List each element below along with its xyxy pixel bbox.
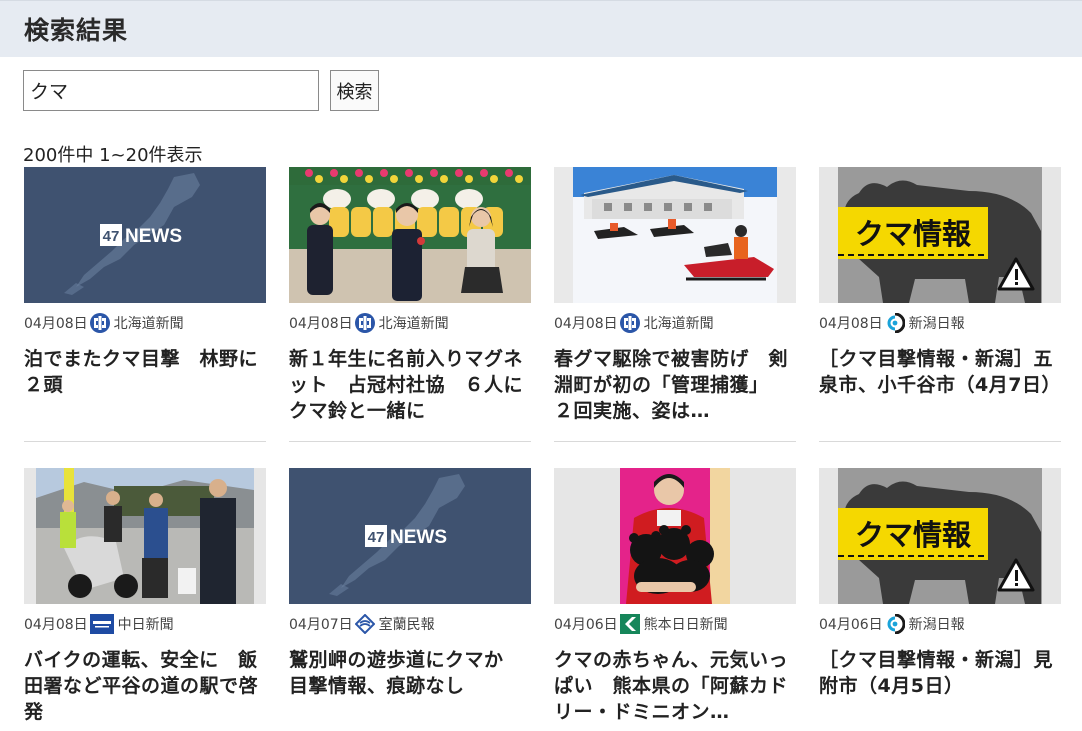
- result-thumbnail[interactable]: クマ情報: [819, 468, 1061, 604]
- school-kids-photo: [289, 167, 531, 303]
- svg-text:47: 47: [368, 529, 385, 546]
- page-header: 検索結果: [0, 0, 1082, 57]
- hokkaido-shimbun-logo-icon: [89, 313, 110, 333]
- bear-info-image: クマ情報: [819, 468, 1061, 604]
- result-date: 04月06日: [819, 617, 883, 633]
- result-meta: 04月08日 新潟日報: [819, 312, 1061, 334]
- card-divider: [289, 441, 531, 442]
- result-card[interactable]: 04月06日 熊本日日新聞クマの赤ちゃん、元気いっぱい 熊本県の「阿蘇カドリー・…: [554, 468, 796, 725]
- card-divider: [24, 441, 266, 442]
- result-thumbnail[interactable]: [289, 167, 531, 303]
- result-source[interactable]: 新潟日報: [909, 313, 965, 333]
- bear-cubs-photo: [554, 468, 796, 604]
- result-source[interactable]: 北海道新聞: [379, 313, 449, 333]
- result-thumbnail[interactable]: [554, 468, 796, 604]
- result-source[interactable]: 中日新聞: [118, 614, 174, 634]
- result-date: 04月08日: [24, 617, 88, 633]
- result-source[interactable]: 北海道新聞: [644, 313, 714, 333]
- result-headline[interactable]: ［クマ目撃情報・新潟］五泉市、小千谷市（4月7日）: [819, 346, 1061, 398]
- result-thumbnail[interactable]: [554, 167, 796, 303]
- svg-text:47: 47: [103, 228, 120, 245]
- result-thumbnail[interactable]: 47 NEWS: [24, 167, 266, 303]
- police-bike-photo: [24, 468, 266, 604]
- bear-info-badge-text: クマ情報: [855, 217, 972, 251]
- result-source[interactable]: 熊本日日新聞: [644, 614, 728, 634]
- result-source[interactable]: 新潟日報: [909, 614, 965, 634]
- bear-info-badge-text: クマ情報: [855, 518, 972, 552]
- snowmobile-photo: [554, 167, 796, 303]
- hokkaido-shimbun-logo-icon: [354, 313, 375, 333]
- result-thumbnail[interactable]: [24, 468, 266, 604]
- result-headline[interactable]: バイクの運転、安全に 飯田署など平谷の道の駅で啓発: [24, 647, 266, 725]
- result-date: 04月08日: [289, 316, 353, 332]
- result-date: 04月06日: [554, 617, 618, 633]
- result-count: 200件中 1~20件表示: [23, 145, 203, 166]
- result-headline[interactable]: 春グマ駆除で被害防げ 剣淵町が初の「管理捕獲」 ２回実施、姿は…: [554, 346, 796, 424]
- result-card[interactable]: 04月08日 北海道新聞春グマ駆除で被害防げ 剣淵町が初の「管理捕獲」 ２回実施…: [554, 167, 796, 424]
- result-thumbnail[interactable]: 47 NEWS: [289, 468, 531, 604]
- chunichi-logo-icon: [89, 614, 114, 634]
- result-headline[interactable]: 泊でまたクマ目撃 林野に２頭: [24, 346, 266, 398]
- result-meta: 04月06日 熊本日日新聞: [554, 613, 796, 635]
- niigata-nippo-logo-icon: [887, 614, 905, 634]
- result-date: 04月08日: [24, 316, 88, 332]
- result-headline[interactable]: ［クマ目撃情報・新潟］見附市（4月5日）: [819, 647, 1061, 699]
- result-source[interactable]: 室蘭民報: [379, 614, 435, 634]
- muroran-minpo-logo-icon: [354, 614, 375, 634]
- result-date: 04月08日: [554, 316, 618, 332]
- result-card[interactable]: 04月08日 北海道新聞新１年生に名前入りマグネット 占冠村社協 ６人にクマ鈴と…: [289, 167, 531, 424]
- 47news-logo-text: NEWS: [125, 226, 182, 247]
- result-meta: 04月06日 新潟日報: [819, 613, 1061, 635]
- card-divider: [819, 441, 1061, 442]
- result-meta: 04月08日 北海道新聞: [24, 312, 266, 334]
- result-meta: 04月08日 中日新聞: [24, 613, 266, 635]
- 47news-thumbnail-image: 47 NEWS: [289, 468, 531, 604]
- result-meta: 04月08日 北海道新聞: [289, 312, 531, 334]
- result-card[interactable]: クマ情報 04月06日 新潟日報 ［クマ目撃情報・新潟］見附市（4月5日）: [819, 468, 1061, 699]
- search-button[interactable]: 検索: [330, 70, 379, 111]
- result-card[interactable]: クマ情報 04月08日 新潟日報 ［クマ目撃情報・新潟］五泉市、小千谷市（4月7日…: [819, 167, 1061, 398]
- result-card[interactable]: 04月08日 中日新聞バイクの運転、安全に 飯田署など平谷の道の駅で啓発: [24, 468, 266, 725]
- result-headline[interactable]: クマの赤ちゃん、元気いっぱい 熊本県の「阿蘇カドリー・ドミニオン…: [554, 647, 796, 725]
- result-headline[interactable]: 新１年生に名前入りマグネット 占冠村社協 ６人にクマ鈴と一緒に: [289, 346, 531, 424]
- result-card[interactable]: 47 NEWS 04月08日 北海道新聞泊でまたクマ目撃 林野に２頭: [24, 167, 266, 398]
- search-input[interactable]: [23, 70, 319, 111]
- 47news-logo-text: NEWS: [390, 527, 447, 548]
- result-headline[interactable]: 鷲別岬の遊歩道にクマか 目撃情報、痕跡なし: [289, 647, 531, 699]
- result-date: 04月08日: [819, 316, 883, 332]
- niigata-nippo-logo-icon: [887, 313, 905, 333]
- bear-info-image: クマ情報: [819, 167, 1061, 303]
- kumanichi-logo-icon: [619, 614, 640, 634]
- hokkaido-shimbun-logo-icon: [619, 313, 640, 333]
- card-divider: [554, 441, 796, 442]
- page-title: 検索結果: [24, 16, 129, 45]
- result-card[interactable]: 47 NEWS 04月07日 室蘭民報鷲別岬の遊歩道にクマか 目撃情報、痕跡なし: [289, 468, 531, 699]
- 47news-thumbnail-image: 47 NEWS: [24, 167, 266, 303]
- result-source[interactable]: 北海道新聞: [114, 313, 184, 333]
- result-meta: 04月08日 北海道新聞: [554, 312, 796, 334]
- result-date: 04月07日: [289, 617, 353, 633]
- result-meta: 04月07日 室蘭民報: [289, 613, 531, 635]
- result-thumbnail[interactable]: クマ情報: [819, 167, 1061, 303]
